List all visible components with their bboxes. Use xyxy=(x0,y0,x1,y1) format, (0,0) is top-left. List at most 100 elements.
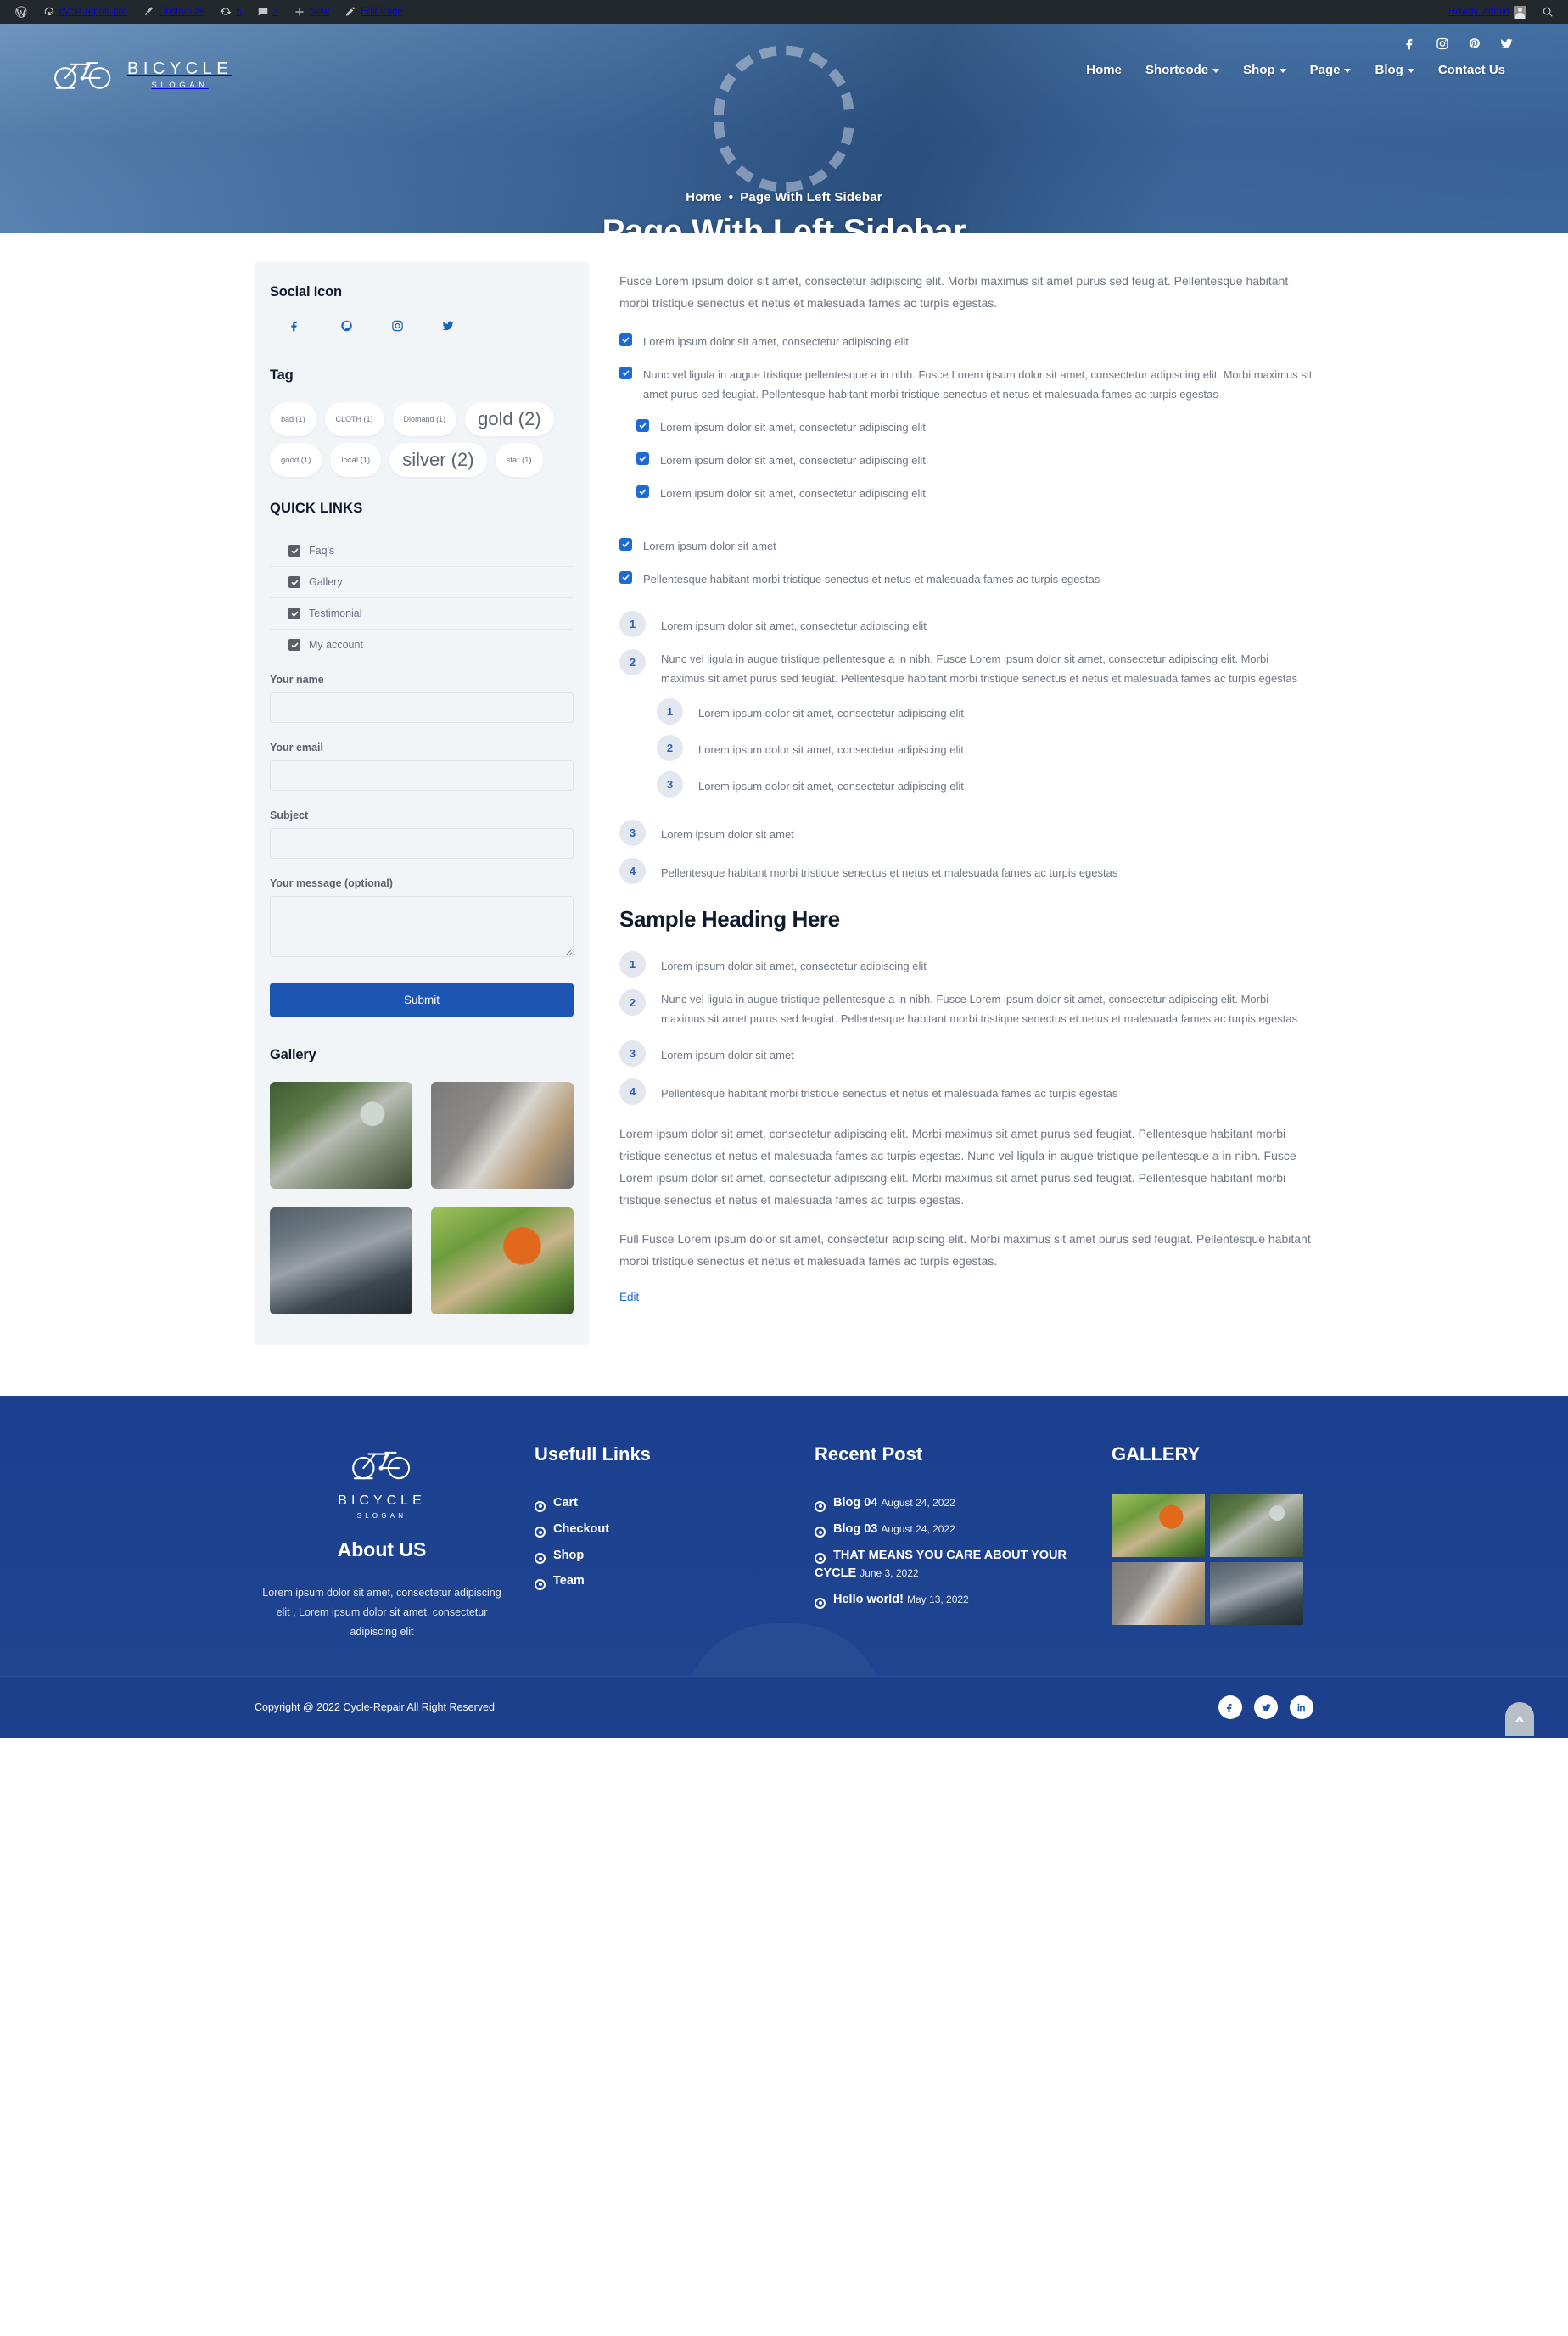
edit-link[interactable]: Edit xyxy=(619,1291,639,1303)
widget-title: QUICK LINKS xyxy=(270,501,363,516)
list-item: Gallery xyxy=(270,567,574,598)
adminbar-customize[interactable]: Customize xyxy=(135,0,212,24)
your-email-input[interactable] xyxy=(270,760,574,791)
primary-navigation: Home Shortcode Shop Page Blog Contact Us xyxy=(1074,63,1517,77)
tag-good[interactable]: good (1) xyxy=(270,443,322,477)
numbered-text: Lorem ipsum dolor sit amet, consectetur … xyxy=(661,960,927,973)
footer-logo: BICYCLE SLOGAN xyxy=(255,1443,509,1520)
footer-grid: BICYCLE SLOGAN About US Lorem ipsum dolo… xyxy=(255,1443,1313,1642)
nav-item-shop[interactable]: Shop xyxy=(1231,63,1298,77)
list-item: Lorem ipsum dolor sit amet, consectetur … xyxy=(619,332,1313,351)
numbered-text: Lorem ipsum dolor sit amet, consectetur … xyxy=(698,780,964,793)
recent-post-title[interactable]: Blog 03 xyxy=(833,1522,877,1536)
comments-icon xyxy=(257,6,269,18)
your-name-input[interactable] xyxy=(270,692,574,723)
gallery-image-woman-on-laptop[interactable] xyxy=(431,1082,574,1189)
pinterest-icon[interactable] xyxy=(321,319,372,345)
numbered-list-secondary: 1 Lorem ipsum dolor sit amet, consectetu… xyxy=(619,951,1313,1106)
twitter-icon[interactable] xyxy=(1254,1695,1278,1720)
bicycle-logo-icon xyxy=(349,1443,415,1487)
adminbar-updates[interactable]: 6 xyxy=(212,0,249,24)
recent-post-title[interactable]: Hello world! xyxy=(833,1593,904,1606)
nav-item-page[interactable]: Page xyxy=(1298,63,1364,77)
submit-button[interactable]: Submit xyxy=(270,983,574,1017)
paintbrush-icon xyxy=(143,6,154,18)
quick-link-gallery[interactable]: Gallery xyxy=(270,567,574,597)
quick-link-my-account[interactable]: My account xyxy=(270,630,574,660)
footer-gallery-image-gardener-trimming-hedge[interactable] xyxy=(1112,1494,1205,1557)
tag-local[interactable]: local (1) xyxy=(330,443,382,477)
plus-icon xyxy=(294,6,305,18)
twitter-icon[interactable] xyxy=(1499,36,1514,51)
checklist-text: Lorem ipsum dolor sit amet, consectetur … xyxy=(660,421,926,434)
twitter-icon[interactable] xyxy=(423,319,473,345)
facebook-icon[interactable] xyxy=(270,319,321,345)
recent-post-date: May 13, 2022 xyxy=(907,1594,969,1605)
checklist-text: Lorem ipsum dolor sit amet xyxy=(643,539,776,552)
quick-link-label: My account xyxy=(309,639,363,651)
footer-logo-slogan: SLOGAN xyxy=(356,1512,407,1520)
adminbar-comments[interactable]: 3 xyxy=(249,0,286,24)
facebook-icon[interactable] xyxy=(1218,1695,1242,1720)
adminbar-search[interactable] xyxy=(1534,0,1561,24)
footer-link-cart[interactable]: Cart xyxy=(553,1496,578,1510)
facebook-icon[interactable] xyxy=(1404,36,1417,51)
back-to-top-icon xyxy=(1515,1716,1524,1723)
tag-silver[interactable]: silver (2) xyxy=(389,443,487,477)
list-item: 3 Lorem ipsum dolor sit amet xyxy=(619,820,1313,847)
linkedin-icon[interactable] xyxy=(1290,1695,1313,1720)
list-item: 3 Lorem ipsum dolor sit amet xyxy=(619,1040,1313,1067)
quick-link-faqs[interactable]: Faq's xyxy=(270,535,574,566)
gallery-image-team-meeting[interactable] xyxy=(270,1207,412,1314)
tag-gold[interactable]: gold (2) xyxy=(465,402,554,436)
tag-star[interactable]: star (1) xyxy=(495,443,543,477)
list-item: Nunc vel ligula in augue tristique pelle… xyxy=(619,365,1313,521)
pinterest-icon[interactable] xyxy=(1468,36,1481,51)
quick-link-testimonial[interactable]: Testimonial xyxy=(270,598,574,629)
site-logo[interactable]: BICYCLE SLOGAN xyxy=(51,54,232,96)
main-content: Fusce Lorem ipsum dolor sit amet, consec… xyxy=(619,262,1313,1305)
tag-cloth[interactable]: CLOTH (1) xyxy=(324,402,384,436)
adminbar-new-content[interactable]: New xyxy=(286,0,337,24)
gallery-image-man-repairing-bicycle[interactable] xyxy=(270,1082,412,1189)
instagram-icon[interactable] xyxy=(372,319,423,345)
back-to-top-button[interactable] xyxy=(1505,1702,1534,1737)
your-message-label: Your message (optional) xyxy=(270,877,393,889)
recent-post-date: June 3, 2022 xyxy=(860,1567,919,1580)
recent-post-date: August 24, 2022 xyxy=(881,1522,955,1535)
your-message-textarea[interactable] xyxy=(270,896,574,957)
gallery-image-gardener-trimming-hedge[interactable] xyxy=(431,1207,574,1314)
instagram-icon[interactable] xyxy=(1436,36,1449,51)
bullet-icon xyxy=(535,1500,546,1512)
widget-title: Social Icon xyxy=(270,284,342,300)
adminbar-edit-page[interactable]: Edit Page xyxy=(337,0,411,24)
footer-link-shop[interactable]: Shop xyxy=(553,1549,584,1562)
list-number: 2 xyxy=(619,989,646,1017)
subject-input[interactable] xyxy=(270,828,574,859)
adminbar-wordpress-logo[interactable] xyxy=(7,0,36,24)
footer-gallery-image-team-meeting[interactable] xyxy=(1210,1562,1303,1625)
adminbar-my-account[interactable]: Howdy, admin xyxy=(1441,0,1534,24)
about-us-heading: About US xyxy=(337,1538,427,1560)
nav-item-shortcode[interactable]: Shortcode xyxy=(1134,63,1231,77)
footer-gallery-image-man-repairing-bicycle[interactable] xyxy=(1210,1494,1303,1557)
widget-quick-links: QUICK LINKS Faq's Gallery Testimonial My… xyxy=(270,501,574,660)
recent-post-title[interactable]: THAT MEANS YOU CARE ABOUT YOUR CYCLE xyxy=(815,1549,1067,1581)
nav-item-blog[interactable]: Blog xyxy=(1363,63,1425,77)
recent-post-title[interactable]: Blog 04 xyxy=(833,1496,877,1510)
footer-link-team[interactable]: Team xyxy=(553,1574,585,1588)
footer-gallery-image-woman-on-laptop[interactable] xyxy=(1112,1562,1205,1625)
breadcrumb-home[interactable]: Home xyxy=(686,190,721,204)
adminbar-edit-page-label: Edit Page xyxy=(361,7,403,17)
tag-diomand[interactable]: Diomand (1) xyxy=(392,402,457,436)
subject-label: Subject xyxy=(270,809,309,821)
quick-link-label: Faq's xyxy=(309,545,335,557)
footer-link-checkout[interactable]: Checkout xyxy=(553,1522,609,1536)
adminbar-site-name[interactable]: cycle-repair-pro xyxy=(36,0,135,24)
list-item: 1 Lorem ipsum dolor sit amet, consectetu… xyxy=(619,610,1313,637)
nav-item-home[interactable]: Home xyxy=(1074,63,1134,77)
adminbar-customize-label: Customize xyxy=(158,7,205,17)
nav-item-contact-us[interactable]: Contact Us xyxy=(1426,63,1517,77)
list-number: 1 xyxy=(619,610,646,637)
tag-bad[interactable]: bad (1) xyxy=(270,402,316,436)
